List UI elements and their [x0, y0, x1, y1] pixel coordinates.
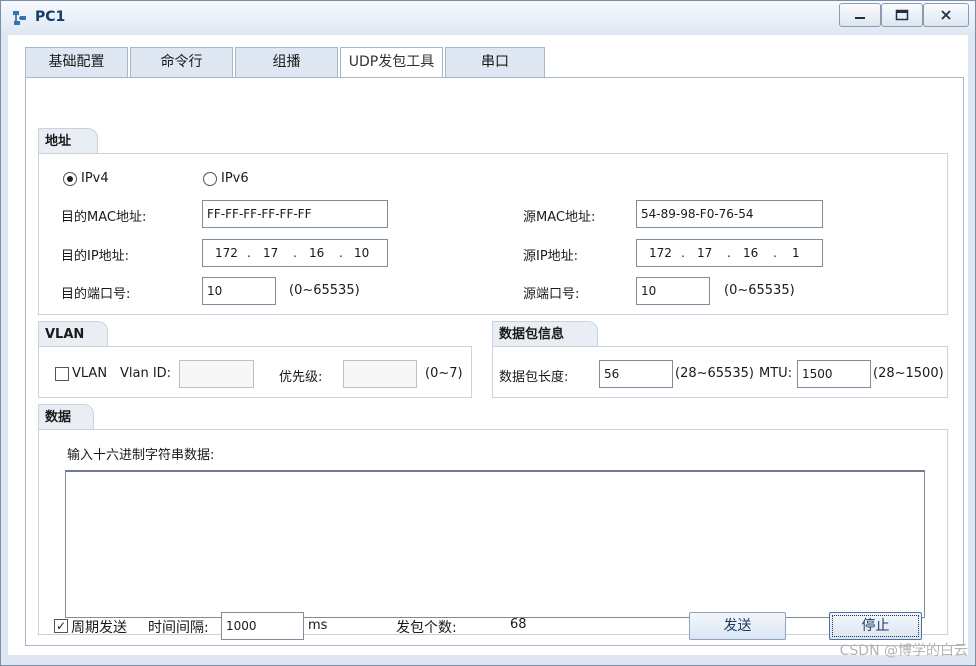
data-group-title: 数据: [38, 404, 94, 429]
src-mac-input[interactable]: 54-89-98-F0-76-54: [636, 200, 823, 228]
sent-count-label: 发包个数:: [396, 620, 457, 636]
periodic-send-label: 周期发送: [71, 620, 127, 636]
dst-mac-input[interactable]: FF-FF-FF-FF-FF-FF: [202, 200, 388, 228]
vlan-id-label: Vlan ID:: [120, 366, 172, 381]
packet-info-group-title: 数据包信息: [492, 321, 598, 346]
packet-info-group: 数据包长度: 56 (28~65535) MTU: 1500 (28~1500): [492, 346, 948, 398]
dst-ip-octet-3: 16: [309, 246, 325, 260]
window-client-area: 基础配置 命令行 组播 UDP发包工具 串口 地址 IPv4 IPv6 目的MA…: [8, 35, 968, 655]
priority-label: 优先级:: [279, 370, 323, 385]
vlan-group: VLAN Vlan ID: 优先级: (0~7): [38, 346, 472, 398]
tab-multicast[interactable]: 组播: [235, 47, 338, 77]
mtu-label: MTU:: [759, 366, 793, 381]
dst-mac-label: 目的MAC地址:: [61, 210, 147, 225]
ip-dot: .: [293, 246, 297, 260]
close-button[interactable]: [923, 3, 969, 27]
address-group: IPv4 IPv6 目的MAC地址: FF-FF-FF-FF-FF-FF 源MA…: [38, 153, 948, 315]
ipv6-label: IPv6: [221, 171, 249, 186]
vlan-checkbox[interactable]: [55, 367, 69, 381]
src-ip-label: 源IP地址:: [523, 249, 579, 264]
src-port-range: (0~65535): [724, 283, 795, 298]
vlan-id-input[interactable]: [179, 360, 254, 388]
ip-dot: .: [247, 246, 251, 260]
dst-ip-octet-2: 17: [263, 246, 279, 260]
tab-serial[interactable]: 串口: [445, 47, 545, 77]
vlan-group-title: VLAN: [38, 321, 108, 346]
src-ip-octet-4: 1: [792, 246, 800, 260]
window-title: PC1: [35, 9, 66, 25]
packet-length-input[interactable]: 56: [599, 360, 673, 388]
ip-dot: .: [339, 246, 343, 260]
src-ip-input[interactable]: 172 . 17 . 16 . 1: [636, 239, 823, 267]
data-group: 输入十六进制字符串数据:: [38, 429, 948, 635]
address-group-title: 地址: [38, 128, 98, 153]
src-mac-label: 源MAC地址:: [523, 210, 596, 225]
packet-length-label: 数据包长度:: [499, 370, 569, 385]
app-window: PC1 基础配置 命令行 组播 UDP发包工具 串口 地址 IPv4 IPv6 …: [0, 0, 976, 666]
ipv4-radio[interactable]: [63, 172, 77, 186]
tab-basic-config[interactable]: 基础配置: [25, 47, 128, 77]
priority-range: (0~7): [425, 366, 463, 381]
interval-input[interactable]: 1000: [221, 612, 304, 640]
maximize-icon: [895, 9, 909, 21]
interval-unit: ms: [308, 618, 328, 633]
mtu-input[interactable]: 1500: [797, 360, 871, 388]
interval-label: 时间间隔:: [148, 620, 209, 636]
src-ip-octet-1: 172: [649, 246, 672, 260]
dst-port-range: (0~65535): [289, 283, 360, 298]
close-icon: [941, 10, 951, 20]
priority-input[interactable]: [343, 360, 417, 388]
title-bar[interactable]: PC1: [1, 1, 975, 33]
dst-port-label: 目的端口号:: [61, 287, 131, 302]
src-ip-octet-3: 16: [743, 246, 759, 260]
minimize-button[interactable]: [839, 3, 881, 27]
csdn-watermark: CSDN @博学的白云: [839, 643, 968, 659]
ip-dot: .: [773, 246, 777, 260]
sent-count-value: 68: [510, 617, 527, 632]
src-ip-octet-2: 17: [697, 246, 713, 260]
dst-ip-label: 目的IP地址:: [61, 249, 130, 264]
tab-command-line[interactable]: 命令行: [130, 47, 233, 77]
ipv6-radio[interactable]: [203, 172, 217, 186]
tab-udp-tool[interactable]: UDP发包工具: [340, 47, 443, 79]
dst-ip-input[interactable]: 172 . 17 . 16 . 10: [202, 239, 388, 267]
dst-ip-octet-1: 172: [215, 246, 238, 260]
maximize-button[interactable]: [881, 3, 923, 27]
minimize-icon: [855, 17, 865, 19]
mtu-range: (28~1500): [873, 366, 944, 381]
pc-app-icon: [13, 11, 26, 25]
hex-data-prompt: 输入十六进制字符串数据:: [67, 448, 215, 463]
stop-button[interactable]: 停止: [829, 612, 922, 640]
send-button[interactable]: 发送: [689, 612, 786, 640]
dst-port-input[interactable]: 10: [202, 277, 276, 305]
vlan-checkbox-label: VLAN: [72, 366, 108, 381]
hex-data-textarea[interactable]: [65, 470, 925, 618]
periodic-send-checkbox[interactable]: ✓: [54, 619, 68, 633]
packet-length-range: (28~65535): [675, 366, 754, 381]
src-port-input[interactable]: 10: [636, 277, 710, 305]
ip-dot: .: [727, 246, 731, 260]
udp-tool-panel: 地址 IPv4 IPv6 目的MAC地址: FF-FF-FF-FF-FF-FF …: [25, 78, 964, 646]
src-port-label: 源端口号:: [523, 287, 580, 302]
ipv4-label: IPv4: [81, 171, 109, 186]
ip-dot: .: [681, 246, 685, 260]
dst-ip-octet-4: 10: [354, 246, 370, 260]
